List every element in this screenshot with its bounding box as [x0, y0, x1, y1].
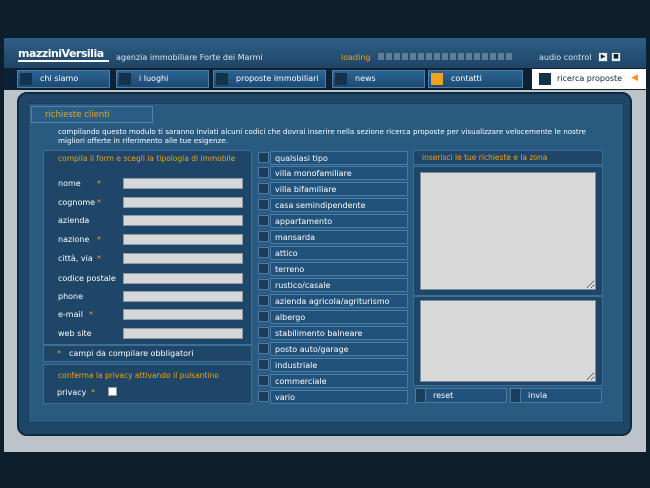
field-label-codice-postale: codice postale [58, 274, 116, 283]
privacy-checkbox[interactable] [108, 387, 117, 396]
personal-data-title: compila il form e scegli la tipologia di… [58, 154, 236, 163]
property-type-option[interactable]: vario [258, 390, 408, 404]
option-checkbox[interactable] [258, 359, 269, 370]
field-label-phone: phone [58, 292, 84, 301]
field-label-nome: nome [58, 179, 81, 188]
property-type-option[interactable]: commerciale [258, 374, 408, 388]
property-type-option[interactable]: casa semindipendente [258, 198, 408, 212]
option-checkbox[interactable] [258, 215, 269, 226]
nazione-field[interactable] [123, 234, 243, 245]
citta-via-field[interactable] [123, 253, 243, 264]
property-type-option[interactable]: villa monofamiliare [258, 166, 408, 180]
loading-label: loading [341, 53, 371, 62]
required-star: * [89, 310, 93, 319]
zone-textarea[interactable] [420, 300, 596, 382]
option-checkbox[interactable] [258, 247, 269, 258]
field-label-web-site: web site [58, 329, 92, 338]
phone-field[interactable] [123, 291, 243, 302]
button-square-icon [415, 388, 426, 403]
form-intro: compilando questo modulo ti saranno invi… [58, 127, 586, 145]
nav-item-proposte-immobiliari[interactable]: proposte immobiliari [213, 70, 326, 88]
nome-field[interactable] [123, 178, 243, 189]
option-checkbox[interactable] [258, 183, 269, 194]
loading-progress-bar [378, 53, 512, 60]
privacy-label: privacy [57, 388, 87, 397]
audio-control-label: audio control [539, 53, 592, 62]
form-title: richieste clienti [31, 106, 153, 123]
field-label-cognome: cognome [58, 198, 96, 207]
site-logo[interactable]: mazziniVersilia [18, 47, 108, 60]
audio-play-button[interactable]: ▶ [598, 52, 608, 62]
nav-square-icon [216, 73, 228, 85]
requests-textarea[interactable] [420, 172, 596, 290]
property-type-option[interactable]: posto auto/garage [258, 342, 408, 356]
property-type-option[interactable]: qualsiasi tipo [258, 151, 408, 165]
option-checkbox[interactable] [258, 391, 269, 402]
azienda-field[interactable] [123, 215, 243, 226]
nav-square-icon [335, 73, 347, 85]
property-type-option[interactable]: industriale [258, 358, 408, 372]
option-checkbox[interactable] [258, 327, 269, 338]
option-checkbox[interactable] [258, 311, 269, 322]
field-label-email: e-mail [58, 310, 83, 319]
option-checkbox[interactable] [258, 167, 269, 178]
field-label-azienda: azienda [58, 216, 90, 225]
option-checkbox[interactable] [258, 231, 269, 242]
property-type-option[interactable]: azienda agricola/agriturismo [258, 294, 408, 308]
required-star: * [97, 254, 101, 263]
option-checkbox[interactable] [258, 375, 269, 386]
field-label-nazione: nazione [58, 235, 90, 244]
required-star: * [97, 198, 101, 207]
logo-underline [18, 60, 109, 62]
codice-postale-field[interactable] [123, 273, 243, 284]
property-type-option[interactable]: terreno [258, 262, 408, 276]
arrow-left-icon: ◀ [631, 73, 638, 83]
required-star: * [91, 388, 95, 397]
privacy-title: conferma la privacy attivando il pulsant… [58, 371, 219, 380]
option-checkbox[interactable] [258, 199, 269, 210]
nav-square-icon [119, 73, 131, 85]
option-checkbox[interactable] [258, 295, 269, 306]
option-checkbox[interactable] [258, 279, 269, 290]
nav-item-contatti[interactable]: contatti [428, 70, 523, 88]
required-star: * [57, 349, 61, 358]
ricerca-proposte-button[interactable]: ricerca proposte ◀ [532, 69, 646, 89]
property-type-option[interactable]: stabilimento balneare [258, 326, 408, 340]
nav-item-news[interactable]: news [332, 70, 425, 88]
nav-square-icon [20, 73, 32, 85]
option-checkbox[interactable] [258, 152, 269, 163]
web-site-field[interactable] [123, 328, 243, 339]
site-tagline: agenzia immobiliare Forte dei Marmi [116, 53, 263, 62]
option-checkbox[interactable] [258, 343, 269, 354]
nav-active-square-icon [431, 73, 443, 85]
property-type-option[interactable]: rustico/casale [258, 278, 408, 292]
property-type-option[interactable]: villa bifamiliare [258, 182, 408, 196]
button-square-icon [510, 388, 521, 403]
required-note: campi da compilare obbligatori [69, 349, 194, 358]
property-type-option[interactable]: attico [258, 246, 408, 260]
option-checkbox[interactable] [258, 263, 269, 274]
nav-item-chi-siamo[interactable]: chi siamo [17, 70, 110, 88]
invia-button[interactable]: invia [510, 388, 602, 403]
nav-square-icon [539, 73, 551, 85]
audio-stop-button[interactable]: ■ [611, 52, 621, 62]
requests-title: inserisci le tue richieste e la zona [422, 153, 548, 162]
required-star: * [97, 235, 101, 244]
nav-item-i-luoghi[interactable]: i luoghi [116, 70, 209, 88]
property-type-option[interactable]: appartamento [258, 214, 408, 228]
required-star: * [97, 179, 101, 188]
email-field[interactable] [123, 309, 243, 320]
field-label-citta: città, via [58, 254, 93, 263]
property-type-option[interactable]: mansarda [258, 230, 408, 244]
reset-button[interactable]: reset [415, 388, 507, 403]
privacy-section [43, 364, 252, 404]
property-type-option[interactable]: albergo [258, 310, 408, 324]
cognome-field[interactable] [123, 197, 243, 208]
